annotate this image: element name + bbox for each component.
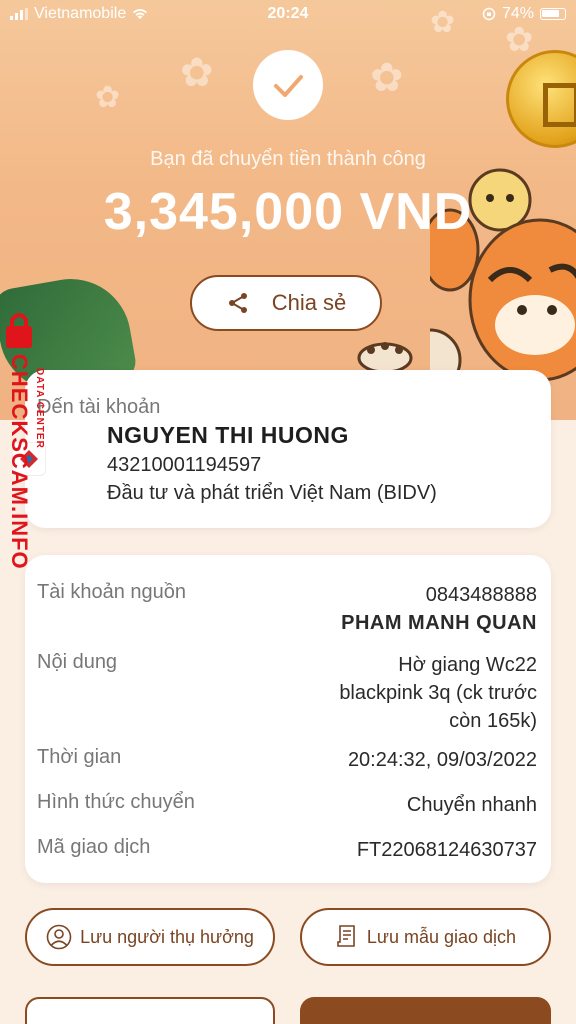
battery-percent: 74% [501,5,534,22]
content-row: Nội dung Hờ giang Wc22 blackpink 3q (ck … [37,651,537,735]
source-account-row: Tài khoản nguồn 0843488888 PHAM MANH QUA… [37,581,537,637]
bottom-primary-button[interactable] [300,997,551,1024]
status-bar: Vietnamobile 20:24 74% [0,0,576,30]
recipient-bank: Đầu tư và phát triển Việt Nam (BIDV) [107,482,437,504]
content-line: blackpink 3q (ck trước [339,682,537,704]
watermark: CHECKSCAM.INFO [4,310,34,590]
paw-decoration [357,342,413,370]
save-beneficiary-button[interactable]: Lưu người thụ hưởng [25,908,275,966]
blossom-decoration: ✿ [370,56,404,100]
content-value: Hờ giang Wc22 blackpink 3q (ck trước còn… [339,651,537,735]
transaction-id-value: FT22068124630737 [356,839,537,861]
save-template-label: Lưu mẫu giao dịch [366,926,517,947]
rotation-lock-icon [482,7,496,21]
time-label: Thời gian [37,746,122,768]
method-value: Chuyển nhanh [406,794,537,816]
share-label: Chia sẻ [271,290,347,315]
blossom-decoration: ✿ [95,81,121,114]
receipt-icon [337,925,355,947]
recipient-card: Đến tài khoản NGUYEN THI HUONG 432100011… [25,370,551,528]
content-line: Hờ giang Wc22 [398,654,537,676]
transaction-id-row: Mã giao dịch FT22068124630737 [37,836,537,866]
status-right: 74% [482,5,566,23]
recipient-name: NGUYEN THI HUONG [107,422,349,448]
transaction-details-card: Tài khoản nguồn 0843488888 PHAM MANH QUA… [25,555,551,883]
time-value: 20:24:32, 09/03/2022 [347,749,537,771]
source-account-name: PHAM MANH QUAN [341,612,537,634]
blossom-decoration: ✿ [180,51,214,95]
content-label: Nội dung [37,651,118,673]
lock-icon [6,313,32,348]
source-account-value: 0843488888 PHAM MANH QUAN [341,581,537,637]
coin-decoration [506,50,576,148]
save-beneficiary-label: Lưu người thụ hưởng [80,926,254,947]
transaction-id-label: Mã giao dịch [37,836,151,858]
source-account-label: Tài khoản nguồn [37,581,187,603]
save-template-button[interactable]: Lưu mẫu giao dịch [300,908,551,966]
user-icon [46,924,72,950]
share-icon [228,293,247,313]
source-account-number: 0843488888 [425,584,537,606]
bottom-secondary-button[interactable] [25,997,275,1024]
watermark-text: CHECKSCAM.INFO [7,354,32,570]
content-line: còn 165k) [449,710,537,732]
battery-icon [540,8,566,20]
method-row: Hình thức chuyển Chuyển nhanh [37,791,537,821]
transfer-amount: 3,345,000 VND [103,183,473,241]
method-label: Hình thức chuyển [37,791,195,813]
success-check-icon [253,50,323,120]
recipient-account: 43210001194597 [107,454,262,476]
recipient-label: Đến tài khoản [37,396,161,418]
tiger-illustration [430,168,576,392]
time-row: Thời gian 20:24:32, 09/03/2022 [37,746,537,776]
share-button[interactable]: Chia sẻ [190,275,382,331]
success-message: Bạn đã chuyển tiền thành công [150,148,426,170]
watermark-subtext: DATA CENTER [34,368,45,449]
